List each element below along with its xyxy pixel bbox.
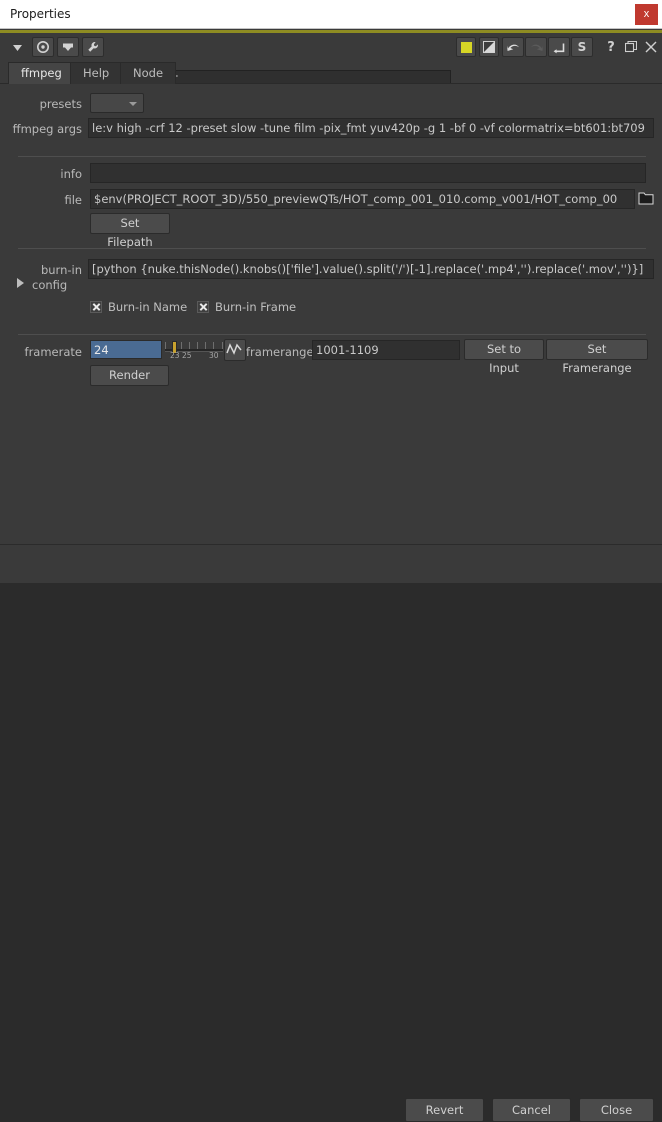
panel-menu-button[interactable]: [6, 37, 28, 57]
presets-label: presets: [39, 97, 82, 111]
node-target-icon: [37, 41, 49, 53]
window-title: Properties: [10, 7, 71, 21]
slider-tick-30: 30: [209, 351, 219, 360]
folder-icon: [638, 192, 654, 205]
burn-in-frame-label: Burn-in Frame: [215, 300, 297, 314]
slider-tick-23: 23: [170, 351, 180, 360]
undo-button[interactable]: [502, 37, 524, 57]
config-label: config: [32, 278, 68, 292]
burn-in-name-label: Burn-in Name: [108, 300, 188, 314]
render-button[interactable]: Render: [90, 365, 169, 386]
node-toolbar: S ?: [0, 33, 662, 90]
close-panel-button[interactable]: [642, 37, 660, 57]
revert-button[interactable]: [548, 37, 570, 57]
burn-in-name-checkbox[interactable]: [90, 301, 102, 313]
tab-ffmpeg[interactable]: ffmpeg: [8, 62, 75, 84]
reload-icon: [553, 43, 564, 53]
divider: [18, 248, 646, 249]
float-panel-button[interactable]: [622, 37, 640, 57]
ffmpeg-args-label: ffmpeg args: [12, 122, 82, 136]
framerate-animation-button[interactable]: [224, 339, 246, 361]
float-window-icon: [625, 41, 637, 53]
cancel-button[interactable]: Cancel: [492, 1098, 571, 1122]
tab-help[interactable]: Help: [70, 62, 123, 84]
divider: [18, 334, 646, 335]
split-square-icon: [483, 41, 495, 53]
framerange-label: framerange: [246, 345, 314, 359]
framerange-input[interactable]: 1001-1109: [312, 340, 460, 360]
script-button[interactable]: S: [571, 37, 593, 57]
redo-button[interactable]: [525, 37, 547, 57]
set-framerange-button[interactable]: Set Framerange: [546, 339, 648, 375]
ffmpeg-args-input[interactable]: le:v high -crf 12 -preset slow -tune fil…: [88, 118, 654, 138]
color-swatch-icon: [460, 41, 472, 53]
properties-window: Properties x Preview_QT S ? ffmpeg Help …: [0, 0, 662, 1122]
set-to-input-button[interactable]: Set to Input: [464, 339, 544, 375]
help-button[interactable]: ?: [602, 37, 620, 57]
node-mask-button[interactable]: [479, 37, 499, 57]
node-settings-button[interactable]: [82, 37, 104, 57]
close-icon: [645, 41, 657, 53]
properties-panel: presets ffmpeg args le:v high -crf 12 -p…: [0, 84, 662, 544]
chevron-down-icon: [12, 44, 22, 51]
tab-node[interactable]: Node: [120, 62, 177, 84]
dialog-footer: Revert Cancel Close: [0, 545, 662, 1122]
revert-button[interactable]: Revert: [405, 1098, 484, 1122]
viewer-pipe-button[interactable]: [57, 37, 79, 57]
window-titlebar: Properties x: [0, 0, 662, 29]
window-close-button[interactable]: x: [635, 4, 658, 25]
info-label: info: [60, 167, 82, 181]
wrench-icon: [88, 42, 98, 52]
config-disclosure-triangle-icon[interactable]: [17, 278, 24, 288]
animation-curve-icon: [226, 343, 242, 355]
file-browse-button[interactable]: [638, 188, 656, 208]
redo-icon: [530, 44, 543, 51]
burn-in-input[interactable]: [python {nuke.thisNode().knobs()['file']…: [88, 259, 654, 279]
file-input[interactable]: $env(PROJECT_ROOT_3D)/550_previewQTs/HOT…: [90, 189, 635, 209]
divider: [18, 156, 646, 157]
framerate-slider[interactable]: 23 25 30: [165, 340, 223, 360]
burn-in-frame-checkbox[interactable]: [197, 301, 209, 313]
viewer-icon: [63, 43, 73, 51]
file-label: file: [64, 193, 82, 207]
node-target-button[interactable]: [32, 37, 54, 57]
framerate-label: framerate: [24, 345, 82, 359]
close-button[interactable]: Close: [579, 1098, 654, 1122]
burn-in-label: burn-in: [40, 263, 82, 277]
chevron-down-icon: [129, 102, 137, 106]
slider-tick-25: 25: [182, 351, 192, 360]
tabbar: ffmpeg Help Node: [0, 62, 662, 84]
info-input[interactable]: [90, 163, 646, 183]
undo-icon: [506, 44, 519, 51]
presets-dropdown[interactable]: [90, 93, 144, 113]
framerate-input[interactable]: [90, 340, 162, 359]
node-color-button[interactable]: [456, 37, 476, 57]
set-filepath-button[interactable]: Set Filepath: [90, 213, 170, 249]
